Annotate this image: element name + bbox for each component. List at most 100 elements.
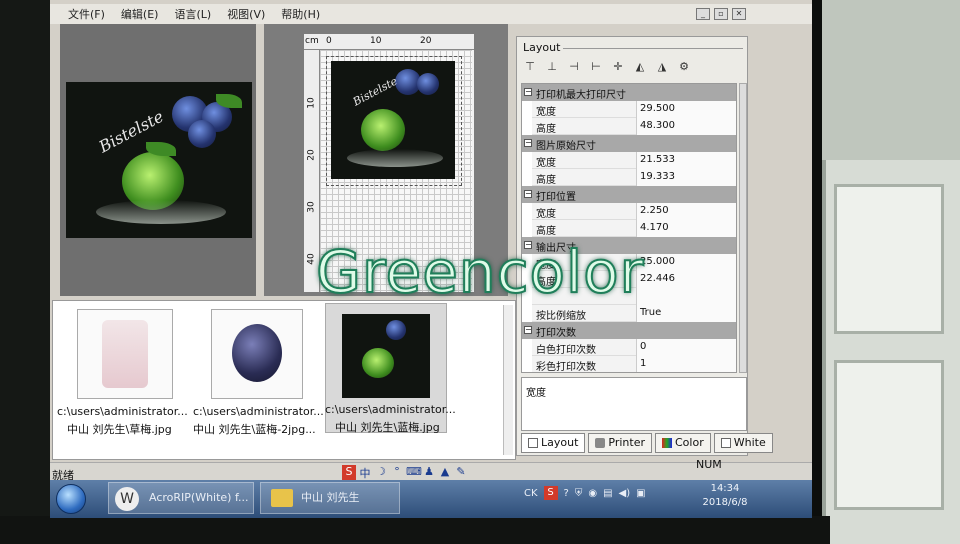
taskbar-app-acrorip[interactable]: W AcroRIP(White) f... <box>108 482 254 514</box>
security-icon[interactable]: ◉ <box>588 488 597 499</box>
flip-vertical-icon[interactable]: ◮ <box>653 59 671 75</box>
property-value-cell[interactable] <box>636 288 736 305</box>
skin-icon[interactable]: ▲ <box>438 465 452 481</box>
property-value[interactable]: 4.170 <box>640 222 669 233</box>
menu-edit[interactable]: 编辑(E) <box>121 6 159 22</box>
property-row[interactable]: 高度 4.170 <box>522 220 736 237</box>
align-right-icon[interactable]: ⊢ <box>587 59 605 75</box>
align-top-icon[interactable]: ⊤ <box>521 59 539 75</box>
menu-help[interactable]: 帮助(H) <box>281 6 320 22</box>
taskbar-app-label: 中山 刘先生 <box>301 491 360 504</box>
volume-icon[interactable]: ◀) <box>619 488 631 499</box>
menu-language[interactable]: 语言(L) <box>174 6 211 22</box>
align-left-icon[interactable]: ⊣ <box>565 59 583 75</box>
strawberry-image <box>102 320 148 388</box>
property-description-text: 宽度 <box>526 388 546 399</box>
property-category[interactable]: − 图片原始尺寸 <box>522 135 736 152</box>
clock-date: 2018/6/8 <box>702 497 748 508</box>
property-row[interactable]: 高度 19.333 <box>522 169 736 186</box>
thumbnail-blackberry[interactable] <box>211 309 303 399</box>
tab-layout[interactable]: Layout <box>521 433 586 453</box>
title-divider <box>563 48 743 49</box>
collapse-icon[interactable]: − <box>524 139 532 147</box>
window-pane-lower <box>834 360 944 510</box>
wrench-icon[interactable]: ✎ <box>454 465 468 481</box>
printer-tray-icon[interactable]: ▤ <box>603 488 612 499</box>
network-icon[interactable]: ▣ <box>636 488 645 499</box>
window-pane-upper <box>834 184 944 334</box>
help-tray-icon[interactable]: ? <box>564 488 569 499</box>
settings-icon[interactable]: ⚙ <box>675 59 693 75</box>
property-grid[interactable]: − 打印机最大打印尺寸 宽度 29.500 高度 48.300− 图片原始尺寸 宽度 21.53… <box>521 83 737 373</box>
tab-white[interactable]: White <box>713 433 773 453</box>
tab-printer[interactable]: Printer <box>588 433 652 453</box>
original-image[interactable]: Bistelste <box>66 82 252 238</box>
close-icon[interactable]: ✕ <box>732 8 746 20</box>
flip-horizontal-icon[interactable]: ◭ <box>631 59 649 75</box>
property-value-cell[interactable] <box>636 339 736 356</box>
property-row[interactable]: 高度 48.300 <box>522 118 736 135</box>
property-row[interactable]: 彩色打印次数 1 <box>522 356 736 372</box>
property-value[interactable]: 21.533 <box>640 154 675 165</box>
thumbnail-filename: 中山 刘先生\蓝梅-2jpg... <box>193 423 316 436</box>
punctuation-icon[interactable]: ° <box>390 465 404 481</box>
taskbar-app-folder[interactable]: 中山 刘先生 <box>260 482 400 514</box>
monitor-bezel-right <box>812 0 822 544</box>
property-row[interactable]: 宽度 29.500 <box>522 101 736 118</box>
property-value[interactable]: 25.000 <box>640 256 675 267</box>
sogou-tray-icon[interactable]: S <box>543 486 558 500</box>
property-row[interactable]: 白色打印次数 0 <box>522 339 736 356</box>
chinese-mode-icon[interactable]: 中 <box>358 465 372 481</box>
monitor-bezel-bottom <box>0 516 830 544</box>
moon-icon[interactable]: ☽ <box>374 465 388 481</box>
collapse-icon[interactable]: − <box>524 88 532 96</box>
property-value[interactable]: 1 <box>640 358 646 369</box>
sogou-icon[interactable]: S <box>342 465 356 481</box>
property-row[interactable]: 宽度 2.250 <box>522 203 736 220</box>
property-category[interactable]: − 打印位置 <box>522 186 736 203</box>
property-value-cell[interactable] <box>636 356 736 372</box>
taskbar-app-label: AcroRIP(White) f... <box>149 491 249 504</box>
property-category[interactable]: − 打印次数 <box>522 322 736 339</box>
property-value[interactable]: 22.446 <box>640 273 675 284</box>
user-icon[interactable]: ♟ <box>422 465 436 481</box>
collapse-icon[interactable]: − <box>524 326 532 334</box>
clock[interactable]: 14:34 2018/6/8 <box>690 482 760 510</box>
center-icon[interactable]: ✛ <box>609 59 627 75</box>
property-label: 高度 <box>536 175 556 186</box>
property-label: 宽度 <box>536 209 556 220</box>
thumbnail-strawberry[interactable] <box>77 309 173 399</box>
tab-color[interactable]: Color <box>655 433 711 453</box>
property-value[interactable]: 0 <box>640 341 646 352</box>
thumbnail-filename: 中山 刘先生\蓝梅.jpg <box>335 421 440 434</box>
property-value[interactable]: 29.500 <box>640 103 675 114</box>
menu-file[interactable]: 文件(F) <box>68 6 105 22</box>
property-row[interactable]: 宽度 21.533 <box>522 152 736 169</box>
minimize-icon[interactable]: _ <box>696 8 710 20</box>
acrorip-icon: W <box>115 487 139 511</box>
property-value[interactable]: 19.333 <box>640 171 675 182</box>
property-grid-scrollbar[interactable] <box>739 83 747 373</box>
property-value[interactable]: True <box>640 307 661 318</box>
window-controls: _ ▫ ✕ <box>696 8 746 20</box>
align-bottom-icon[interactable]: ⊥ <box>543 59 561 75</box>
keyboard-icon[interactable]: ⌨ <box>406 465 422 481</box>
image-list-scrollbar[interactable] <box>503 305 513 455</box>
ruler-tick-label: 30 <box>306 201 317 213</box>
start-button[interactable] <box>56 484 86 514</box>
collapse-icon[interactable]: − <box>524 190 532 198</box>
placed-image-selection[interactable]: Bistelste <box>326 56 462 186</box>
ruler-tick-label: 10 <box>306 97 317 109</box>
language-indicator[interactable]: CK <box>524 488 538 499</box>
placed-image[interactable]: Bistelste <box>331 61 455 179</box>
property-row[interactable]: 按比例缩放 True <box>522 305 736 322</box>
menu-view[interactable]: 视图(V) <box>227 6 265 22</box>
property-value[interactable]: 2.250 <box>640 205 669 216</box>
restore-icon[interactable]: ▫ <box>714 8 728 20</box>
property-value[interactable]: 48.300 <box>640 120 675 131</box>
property-category[interactable]: − 打印机最大打印尺寸 <box>522 84 736 101</box>
num-lock-indicator: NUM <box>696 458 722 471</box>
property-category-label: 打印机最大打印尺寸 <box>536 90 626 101</box>
ruler-tick-label: 20 <box>306 149 317 161</box>
shield-icon[interactable]: ⛨ <box>575 488 583 499</box>
